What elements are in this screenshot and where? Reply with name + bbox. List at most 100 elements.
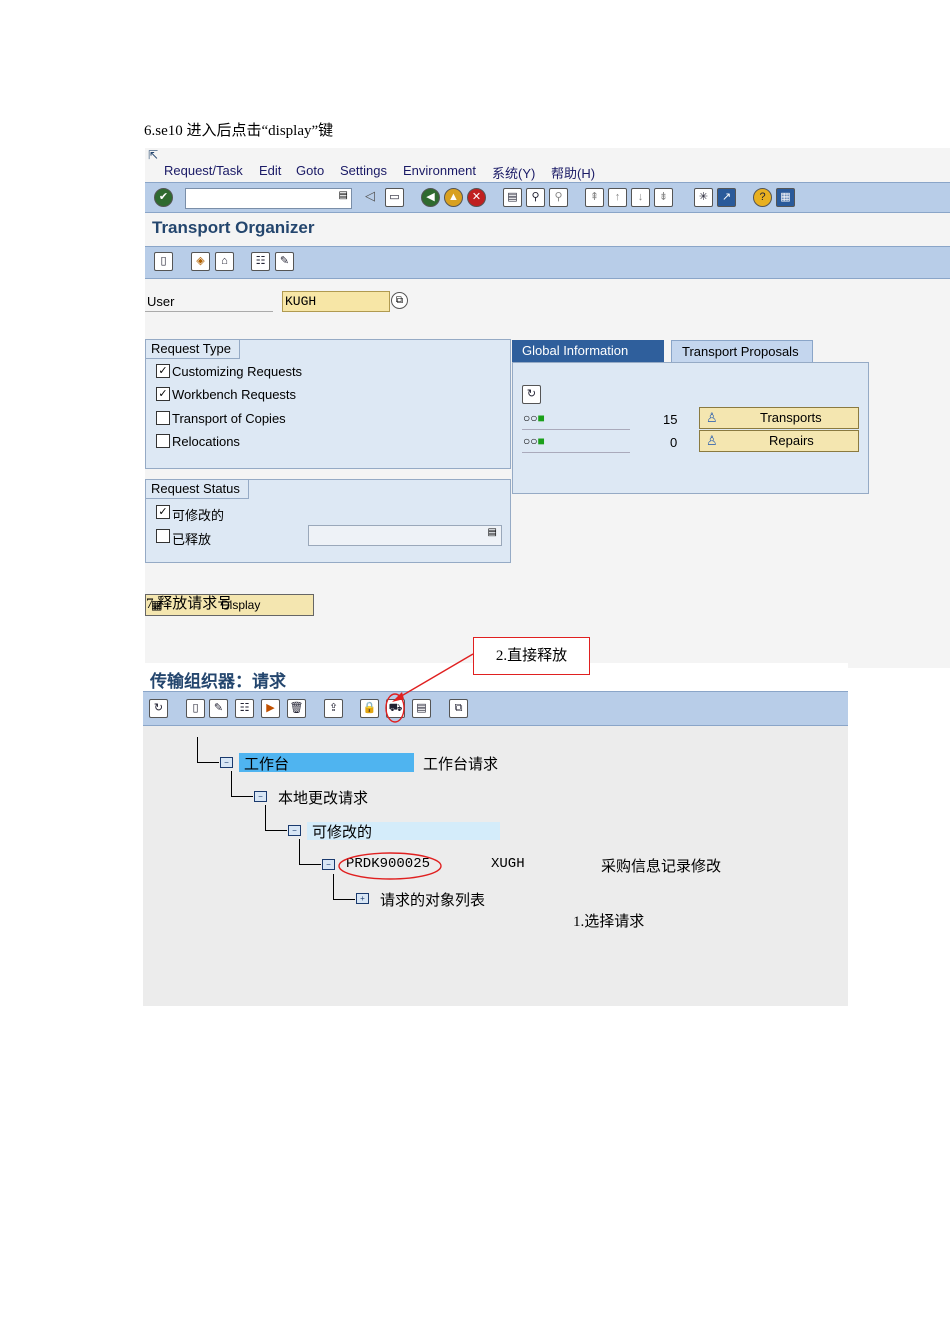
request-type-title: Request Type [146,340,240,359]
request-id-highlight-oval [338,852,442,880]
refresh-icon[interactable]: ↻ [522,385,541,404]
tree-connector [231,771,253,797]
lock-icon[interactable]: 🔒 [360,699,379,718]
print-icon[interactable]: ▤ [503,188,522,207]
menu-edit[interactable]: Edit [259,163,281,178]
back-triangle-icon[interactable]: ◁ [365,188,375,204]
save-icon[interactable]: ▭ [385,188,404,207]
relocations-checkbox[interactable] [156,434,170,448]
user-search-help-icon[interactable]: ⧉ [391,292,408,309]
customizing-requests-checkbox[interactable]: ✓ [156,364,170,378]
request-tree-window: 传输组织器：请求 ↻ ▯ ✎ ☷ ▶ 🗑 ⇪ 🔒 ⛟ ▤ ⧉ − 工作台 工作台… [143,663,848,1006]
request-type-group: Request Type ✓ Customizing Requests ✓ Wo… [145,339,511,469]
divider [522,452,630,453]
create-session-icon[interactable]: ✳ [694,188,713,207]
status-light-icon: ○○■ [523,411,545,425]
callout-arrow [385,653,474,723]
menu-settings[interactable]: Settings [340,163,387,178]
menu-system[interactable]: 系统(Y) [492,163,535,182]
tree-node-workbench-desc: 工作台请求 [423,756,499,773]
released-date-dropdown[interactable]: ▤ [308,525,502,546]
layout-menu-icon[interactable]: ▦ [776,188,795,207]
create-icon[interactable]: ▯ [154,252,173,271]
application-toolbar: ↻ ▯ ✎ ☷ ▶ 🗑 ⇪ 🔒 ⛟ ▤ ⧉ [143,691,848,726]
command-dropdown-icon[interactable]: ▤ [339,190,348,201]
menu-environment[interactable]: Environment [403,163,476,178]
user-input[interactable]: KUGH [282,291,390,312]
transports-count: 15 [663,412,678,427]
divider [522,429,630,430]
standard-toolbar: ✔ ▤ ◁ ▭ ◀ ▲ ✕ ▤ ⚲ ⚲ ⇞ ↑ ↓ ⇟ ✳ ↗ ? ▦ [145,182,950,213]
modifiable-checkbox[interactable]: ✓ [156,505,170,519]
tree-node-object-list[interactable]: 请求的对象列表 [380,889,485,910]
released-label: 已释放 [172,532,212,547]
workbench-requests-label: Workbench Requests [172,387,297,402]
find-icon[interactable]: ⚲ [526,188,545,207]
tree-connector [265,805,287,831]
dropdown-icon[interactable]: ▤ [488,527,497,538]
transport-of-copies-checkbox[interactable] [156,411,170,425]
exit-icon[interactable]: ▲ [444,188,463,207]
menu-help[interactable]: 帮助(H) [551,163,595,182]
folder-plus-icon: + [356,893,369,904]
find-next-icon[interactable]: ⚲ [549,188,568,207]
repairs-button[interactable]: ♙ Repairs [699,430,859,452]
relocations-label: Relocations [172,434,240,449]
change-pencil-icon[interactable]: ✎ [209,699,228,718]
hierarchy-icon[interactable]: ☷ [251,252,270,271]
hierarchy-icon[interactable]: ☷ [235,699,254,718]
menu-request-task[interactable]: Request/Task [164,163,243,178]
next-page-icon[interactable]: ↓ [631,188,650,207]
transports-button[interactable]: ♙ Transports [699,407,859,429]
global-information-panel: ↻ ○○■ 15 ♙ Transports ○○■ 0 ♙ Repairs [512,362,869,494]
previous-page-icon[interactable]: ↑ [608,188,627,207]
modifiable-label: 可修改的 [172,508,225,523]
transport-of-copies-label: Transport of Copies [172,411,286,426]
request-description: 采购信息记录修改 [601,858,722,875]
select-request-caption: 1.选择请求 [573,914,645,930]
repairs-count: 0 [670,435,678,450]
upload-icon[interactable]: ⇪ [324,699,343,718]
delete-icon[interactable]: 🗑 [287,699,306,718]
menu-goto[interactable]: Goto [296,163,324,178]
create-icon[interactable]: ▯ [186,699,205,718]
shortcut-icon[interactable]: ↗ [717,188,736,207]
menu-bar: ⇱ Request/Task Edit Goto Settings Enviro… [145,148,950,184]
refresh-icon[interactable]: ↻ [149,699,168,718]
forward-icon[interactable]: ▶ [261,699,280,718]
transports-button-label: Transports [760,410,822,425]
folder-icon: − [254,791,267,802]
cancel-icon[interactable]: ✕ [467,188,486,207]
first-page-icon[interactable]: ⇞ [585,188,604,207]
person-icon: ♙ [706,410,718,425]
application-toolbar: ▯ ◈ ⌂ ☷ ✎ [145,246,950,279]
back-icon[interactable]: ◀ [421,188,440,207]
transport-home-icon[interactable]: ⌂ [215,252,234,271]
user-label: User [147,294,175,309]
menu-exit-icon[interactable]: ⇱ [148,148,158,162]
display-change-icon[interactable]: ◈ [191,252,210,271]
enter-check-icon[interactable]: ✔ [154,188,173,207]
change-pencil-icon[interactable]: ✎ [275,252,294,271]
transport-organizer-window: ⇱ Request/Task Edit Goto Settings Enviro… [145,148,950,668]
request-status-group: Request Status ✓ 可修改的 已释放 ▤ [145,479,511,563]
status-light-icon: ○○■ [523,434,545,448]
user-label-underline [145,311,273,312]
tab-global-information[interactable]: Global Information [512,340,664,362]
tree-connector [299,839,321,865]
folder-icon: − [220,757,233,768]
tree-node-modifiable[interactable]: 可修改的 [312,821,372,842]
released-checkbox[interactable] [156,529,170,543]
command-field[interactable]: ▤ [185,188,352,209]
page-title: 传输组织器：请求 [150,672,286,691]
folder-icon: − [288,825,301,836]
tree-connector [197,737,219,763]
workbench-requests-checkbox[interactable]: ✓ [156,387,170,401]
help-icon[interactable]: ? [753,188,772,207]
last-page-icon[interactable]: ⇟ [654,188,673,207]
person-icon: ♙ [706,433,718,448]
tab-transport-proposals[interactable]: Transport Proposals [671,340,813,364]
customizing-requests-label: Customizing Requests [172,364,303,379]
step6-caption: 6.se10 进入后点击“display”键 [144,123,334,139]
tree-node-local-change[interactable]: 本地更改请求 [278,787,368,808]
